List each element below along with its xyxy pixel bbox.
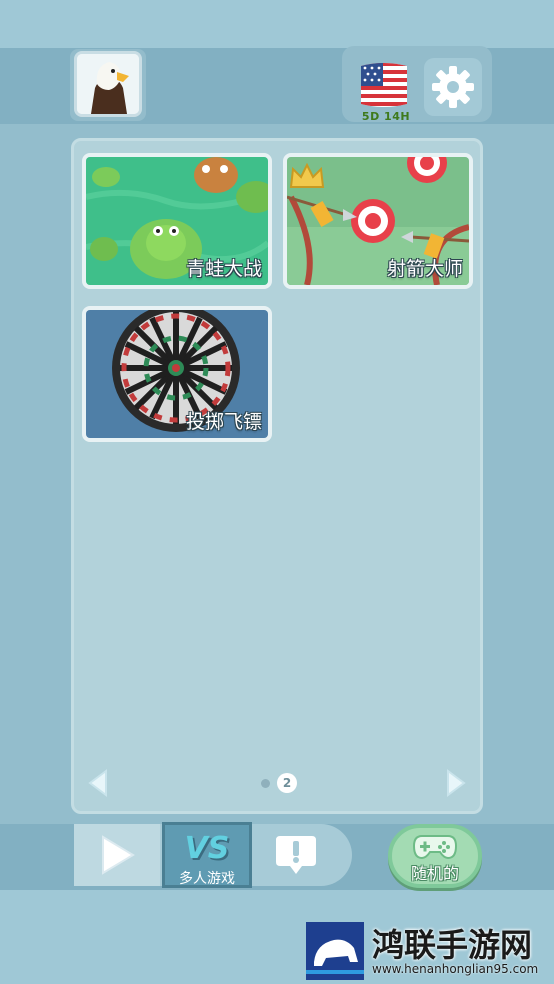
- game-card-archery[interactable]: 射箭大师: [283, 153, 473, 289]
- eagle-avatar-icon: [77, 54, 139, 114]
- game-card-frog[interactable]: 青蛙大战: [82, 153, 272, 289]
- vs-logo: VS: [184, 831, 230, 866]
- gamepad-icon: [412, 835, 458, 860]
- game-card-darts[interactable]: 投掷飞镖: [82, 306, 272, 442]
- watermark-logo: [306, 922, 364, 980]
- crown-icon: [289, 163, 325, 188]
- arrow-right-icon: [447, 769, 466, 797]
- arrow-left-icon: [88, 769, 107, 797]
- event-timer: 5D 14H: [361, 110, 411, 123]
- prev-page-button[interactable]: [86, 768, 110, 802]
- region-flag[interactable]: [357, 60, 411, 110]
- profile-avatar[interactable]: [74, 51, 142, 117]
- exclamation-icon: [276, 836, 316, 874]
- gear-icon: [432, 66, 474, 108]
- nav-tab-label: 多人游戏: [179, 871, 235, 887]
- nav-tab-multiplayer[interactable]: VS 多人游戏: [162, 822, 252, 888]
- bison-logo-icon: [306, 922, 364, 980]
- page-indicator-1[interactable]: [261, 779, 270, 788]
- game-title: 射箭大师: [386, 258, 463, 280]
- watermark-url: www.henanhonglian95.com: [372, 962, 539, 976]
- random-game-button[interactable]: 随机的: [388, 824, 482, 888]
- game-title: 投掷飞镖: [185, 411, 262, 433]
- site-watermark: 鸿联手游网 www.henanhonglian95.com: [302, 918, 554, 984]
- game-title: 青蛙大战: [185, 258, 262, 280]
- us-flag-icon: [361, 63, 407, 107]
- nav-tab-play[interactable]: [74, 824, 160, 886]
- random-button-label: 随机的: [410, 864, 459, 883]
- settings-button[interactable]: [424, 58, 482, 116]
- next-page-button[interactable]: [444, 768, 468, 802]
- nav-tab-notices[interactable]: [256, 826, 336, 884]
- watermark-title: 鸿联手游网: [372, 926, 533, 964]
- page-indicator-current[interactable]: 2: [277, 773, 297, 793]
- play-icon: [102, 835, 135, 875]
